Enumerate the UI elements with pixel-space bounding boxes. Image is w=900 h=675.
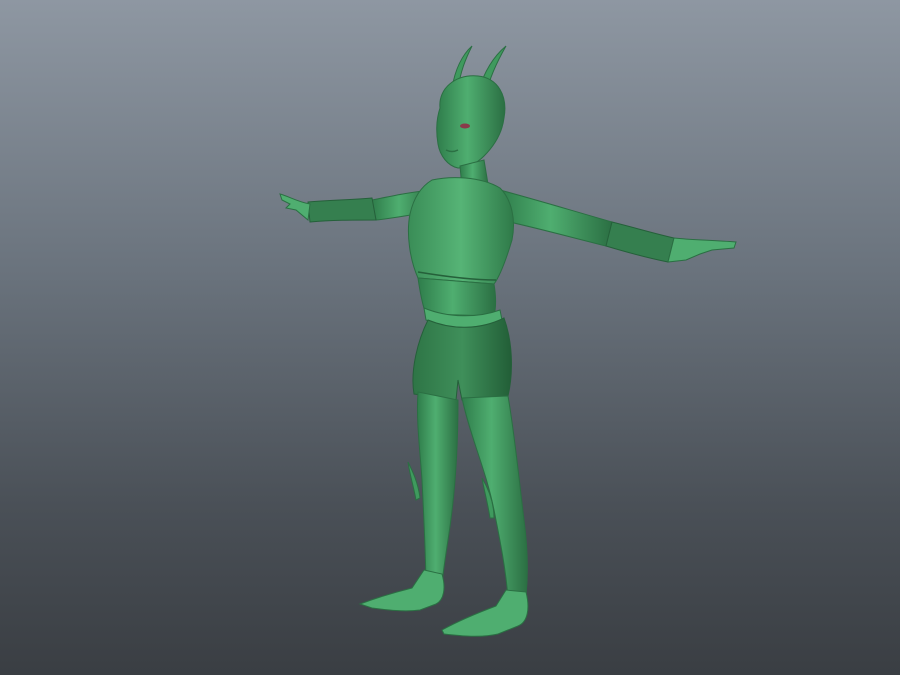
shorts xyxy=(412,317,512,401)
left-forearm-band xyxy=(307,197,377,223)
alien-character-model[interactable] xyxy=(0,0,900,675)
right-upper-arm xyxy=(499,189,613,247)
eye xyxy=(460,123,470,129)
right-forearm-band xyxy=(605,221,675,263)
left-hand xyxy=(279,193,311,221)
left-foot xyxy=(358,569,445,612)
right-foot xyxy=(441,589,529,637)
right-hand xyxy=(667,237,737,263)
torso-top xyxy=(407,177,514,285)
3d-viewport[interactable] xyxy=(0,0,900,675)
head xyxy=(436,75,506,169)
left-leg xyxy=(416,391,459,591)
left-leg-spike xyxy=(407,461,421,501)
right-leg xyxy=(461,395,528,599)
